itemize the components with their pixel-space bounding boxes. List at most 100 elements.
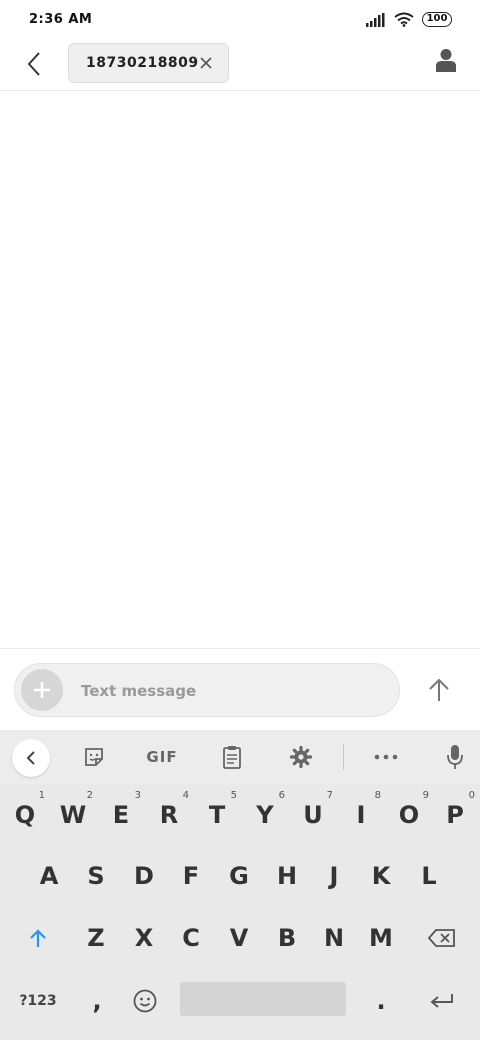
key-hint: 9 xyxy=(422,790,429,801)
key-n[interactable]: N xyxy=(311,907,357,969)
key-label: X xyxy=(134,924,154,952)
settings-button[interactable] xyxy=(287,742,315,772)
gear-icon xyxy=(289,745,313,769)
key-label: Q xyxy=(14,801,36,829)
key-c[interactable]: C xyxy=(168,907,214,969)
signal-icon xyxy=(366,12,385,27)
key-label: B xyxy=(277,924,297,952)
key-t[interactable]: T5 xyxy=(194,784,240,846)
key-l[interactable]: L xyxy=(406,845,452,907)
key-u[interactable]: U7 xyxy=(290,784,336,846)
voice-input-button[interactable] xyxy=(443,742,467,772)
key-j[interactable]: J xyxy=(311,845,357,907)
key-hint: 2 xyxy=(86,790,93,801)
key-hint: 3 xyxy=(134,790,141,801)
key-r[interactable]: R4 xyxy=(146,784,192,846)
key-e[interactable]: E3 xyxy=(98,784,144,846)
key-z[interactable]: Z xyxy=(73,907,119,969)
microphone-icon xyxy=(447,745,463,769)
symbols-key[interactable]: ?123 xyxy=(8,970,68,1032)
enter-key[interactable] xyxy=(416,970,468,1032)
key-a[interactable]: A xyxy=(26,845,72,907)
key-label: V xyxy=(229,924,249,952)
key-g[interactable]: G xyxy=(216,845,262,907)
key-k[interactable]: K xyxy=(358,845,404,907)
key-b[interactable]: B xyxy=(264,907,310,969)
key-label: Z xyxy=(87,924,105,952)
battery-icon: 100 xyxy=(422,12,452,27)
key-label: G xyxy=(229,862,249,890)
key-m[interactable]: M xyxy=(358,907,404,969)
gif-button[interactable]: GIF xyxy=(143,742,181,772)
compose-field xyxy=(14,663,400,717)
conversation-area xyxy=(0,92,480,648)
key-label: K xyxy=(371,862,391,890)
backspace-icon xyxy=(428,929,455,947)
key-hint: 0 xyxy=(468,790,475,801)
backspace-key[interactable] xyxy=(416,907,468,969)
key-s[interactable]: S xyxy=(73,845,119,907)
key-f[interactable]: F xyxy=(168,845,214,907)
key-label: T xyxy=(208,801,226,829)
toolbar-divider xyxy=(343,744,344,770)
status-icons: 100 xyxy=(366,12,452,27)
key-o[interactable]: O9 xyxy=(386,784,432,846)
key-label: O xyxy=(398,801,420,829)
key-hint: 7 xyxy=(326,790,333,801)
key-row-2: A S D F G H J K L xyxy=(0,845,480,907)
message-input[interactable] xyxy=(81,678,381,704)
shift-arrow-icon xyxy=(30,929,46,947)
key-label: Y xyxy=(256,801,274,829)
emoji-key[interactable] xyxy=(122,970,168,1032)
key-hint: 6 xyxy=(278,790,285,801)
key-x[interactable]: X xyxy=(121,907,167,969)
key-row-3: Z X C V B N M xyxy=(0,907,480,969)
recipient-number: 18730218809 xyxy=(86,55,199,71)
send-button[interactable] xyxy=(420,671,458,709)
collapse-toolbar-button[interactable] xyxy=(12,739,50,777)
key-v[interactable]: V xyxy=(216,907,262,969)
key-label: R xyxy=(159,801,179,829)
back-button[interactable] xyxy=(18,48,50,80)
more-button[interactable] xyxy=(372,742,400,772)
key-label: I xyxy=(356,801,366,829)
add-attachment-button[interactable] xyxy=(21,669,63,711)
battery-level: 100 xyxy=(426,13,448,24)
back-arrow-icon xyxy=(27,52,40,76)
clipboard-icon xyxy=(223,746,241,769)
more-horizontal-icon xyxy=(374,754,398,760)
shift-key[interactable] xyxy=(14,907,62,969)
period-key[interactable]: . xyxy=(358,970,404,1032)
smiley-icon xyxy=(133,989,157,1013)
key-row-4: ?123 , . xyxy=(0,970,480,1032)
arrow-up-icon xyxy=(429,678,449,701)
key-label: L xyxy=(421,862,437,890)
key-row-1: Q1 W2 E3 R4 T5 Y6 U7 I8 O9 P0 xyxy=(0,784,480,846)
person-icon xyxy=(436,49,456,72)
status-bar: 2:36 AM 100 xyxy=(0,0,480,40)
sticker-icon xyxy=(85,748,103,766)
key-label: E xyxy=(112,801,130,829)
key-label: W xyxy=(59,801,87,829)
comma-key[interactable]: , xyxy=(74,970,120,1032)
key-q[interactable]: Q1 xyxy=(2,784,48,846)
close-icon[interactable] xyxy=(198,55,214,71)
key-label: F xyxy=(182,862,200,890)
contact-button[interactable] xyxy=(436,48,464,78)
space-key[interactable] xyxy=(180,982,346,1016)
key-label: D xyxy=(134,862,154,890)
key-label: A xyxy=(39,862,59,890)
key-y[interactable]: Y6 xyxy=(242,784,288,846)
key-hint: 8 xyxy=(374,790,381,801)
key-hint: 4 xyxy=(182,790,189,801)
key-hint: 1 xyxy=(38,790,45,801)
key-h[interactable]: H xyxy=(264,845,310,907)
key-d[interactable]: D xyxy=(121,845,167,907)
key-p[interactable]: P0 xyxy=(432,784,478,846)
keyboard-toolbar: GIF xyxy=(0,730,480,784)
recipient-chip[interactable]: 18730218809 xyxy=(68,43,229,83)
key-w[interactable]: W2 xyxy=(50,784,96,846)
sticker-button[interactable] xyxy=(80,742,108,772)
clipboard-button[interactable] xyxy=(218,742,246,772)
key-i[interactable]: I8 xyxy=(338,784,384,846)
